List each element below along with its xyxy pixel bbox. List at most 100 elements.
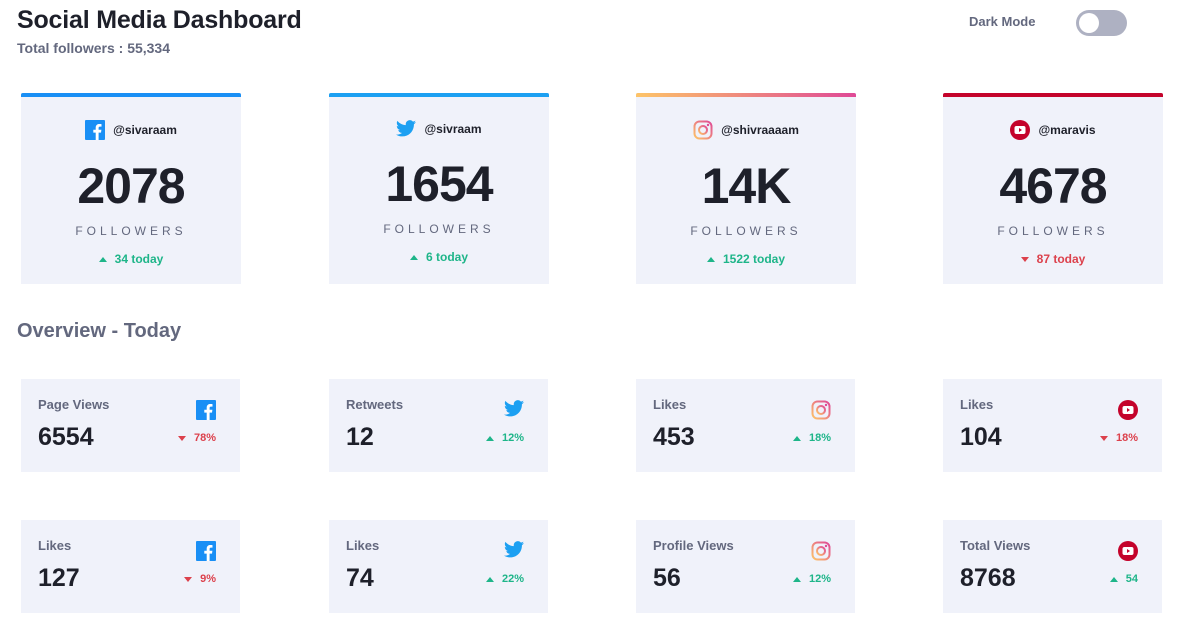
- stat-change-text: 22%: [501, 573, 524, 585]
- youtube-icon: [1010, 120, 1031, 140]
- trend-up-icon: [1109, 576, 1118, 582]
- today-change: 34 today: [21, 252, 241, 266]
- today-change-text: 87 today: [1036, 252, 1086, 266]
- dark-mode-control: Dark Mode: [969, 10, 1127, 36]
- card-youtube[interactable]: @maravis 4678 FOLLOWERS 87 today: [943, 93, 1163, 284]
- twitter-icon: [504, 400, 524, 417]
- stat-value: 104: [960, 423, 1002, 451]
- stat-card[interactable]: Likes 127 9%: [21, 520, 240, 613]
- stat-change: 78%: [177, 432, 216, 444]
- stat-value: 6554: [38, 423, 94, 451]
- follower-count: 2078: [77, 158, 185, 214]
- stat-card[interactable]: Page Views 6554 78%: [21, 379, 240, 472]
- followers-label: FOLLOWERS: [997, 224, 1109, 238]
- stat-change: 54: [1109, 573, 1138, 585]
- stat-change: 12%: [485, 432, 524, 444]
- instagram-icon: [811, 541, 831, 561]
- follower-count: 4678: [999, 158, 1107, 214]
- card-twitter[interactable]: @sivraam 1654 FOLLOWERS 6 today: [329, 93, 549, 284]
- stat-change: 12%: [792, 573, 831, 585]
- card-handle: @maravis: [1038, 123, 1096, 137]
- youtube-icon: [1118, 541, 1138, 561]
- stat-change: 18%: [1099, 432, 1138, 444]
- stat-change-text: 18%: [808, 432, 831, 444]
- stat-label: Total Views: [960, 538, 1031, 553]
- stat-change-text: 54: [1125, 573, 1138, 585]
- stat-change: 18%: [792, 432, 831, 444]
- twitter-icon: [396, 120, 417, 137]
- stat-change-text: 18%: [1115, 432, 1138, 444]
- facebook-icon: [196, 541, 216, 561]
- trend-down-icon: [177, 435, 186, 441]
- stat-label: Profile Views: [653, 538, 734, 553]
- stat-card[interactable]: Total Views 8768 54: [943, 520, 1162, 613]
- today-change-text: 6 today: [425, 250, 468, 264]
- card-handle: @shivraaaam: [721, 123, 799, 137]
- card-handle: @sivraam: [424, 121, 482, 136]
- stat-value: 12: [346, 423, 374, 451]
- today-change: 1522 today: [636, 252, 856, 266]
- stat-label: Likes: [653, 397, 687, 412]
- card-instagram[interactable]: @shivraaaam 14K FOLLOWERS 1522 today: [636, 93, 856, 284]
- stat-card[interactable]: Likes 453 18%: [636, 379, 855, 472]
- stat-change: 22%: [485, 573, 524, 585]
- dark-mode-toggle[interactable]: [1076, 10, 1127, 36]
- stat-change-text: 12%: [808, 573, 831, 585]
- card-facebook[interactable]: @sivaraam 2078 FOLLOWERS 34 today: [21, 93, 241, 284]
- today-change: 87 today: [943, 252, 1163, 266]
- facebook-icon: [196, 400, 216, 420]
- stat-value: 453: [653, 423, 695, 451]
- today-change-text: 34 today: [114, 252, 164, 266]
- instagram-icon: [811, 400, 831, 420]
- stat-change-text: 78%: [193, 432, 216, 444]
- trend-up-icon: [792, 576, 801, 582]
- today-change-text: 1522 today: [722, 252, 786, 266]
- youtube-icon: [1118, 400, 1138, 420]
- instagram-icon: [693, 120, 713, 140]
- stat-label: Retweets: [346, 397, 404, 412]
- trend-up-icon: [485, 435, 494, 441]
- today-change: 6 today: [329, 250, 549, 264]
- stat-card[interactable]: Likes 104 18%: [943, 379, 1162, 472]
- follower-count: 14K: [701, 158, 792, 214]
- stat-value: 74: [346, 564, 374, 592]
- stat-change-text: 12%: [501, 432, 524, 444]
- stat-value: 56: [653, 564, 681, 592]
- stat-value: 127: [38, 564, 80, 592]
- stat-label: Page Views: [38, 397, 110, 412]
- followers-label: FOLLOWERS: [383, 222, 495, 236]
- card-accent-bar: [636, 93, 856, 97]
- follower-count: 1654: [385, 156, 493, 212]
- page-title: Social Media Dashboard: [17, 6, 302, 34]
- stat-change-text: 9%: [200, 573, 216, 585]
- total-followers: Total followers : 55,334: [17, 40, 171, 56]
- stat-label: Likes: [38, 538, 72, 553]
- trend-down-icon: [1099, 435, 1108, 441]
- stat-label: Likes: [960, 397, 994, 412]
- overview-title: Overview - Today: [17, 320, 182, 342]
- twitter-icon: [504, 541, 524, 558]
- trend-up-icon: [485, 576, 494, 582]
- trend-up-icon: [706, 256, 715, 262]
- stat-card[interactable]: Profile Views 56 12%: [636, 520, 855, 613]
- trend-up-icon: [792, 435, 801, 441]
- dashboard-header: Social Media Dashboard Total followers :…: [17, 6, 302, 56]
- card-accent-bar: [943, 93, 1163, 97]
- card-accent-bar: [21, 93, 241, 97]
- dark-mode-label: Dark Mode: [969, 14, 1036, 29]
- stat-card[interactable]: Retweets 12 12%: [329, 379, 548, 472]
- card-handle: @sivaraam: [113, 123, 177, 137]
- followers-label: FOLLOWERS: [75, 224, 187, 238]
- followers-label: FOLLOWERS: [690, 224, 802, 238]
- stat-card[interactable]: Likes 74 22%: [329, 520, 548, 613]
- stat-value: 8768: [960, 564, 1016, 592]
- facebook-icon: [85, 120, 106, 140]
- stat-change: 9%: [184, 573, 216, 585]
- card-accent-bar: [329, 93, 549, 97]
- trend-up-icon: [409, 254, 418, 260]
- toggle-knob: [1079, 13, 1099, 33]
- trend-up-icon: [98, 256, 107, 262]
- stat-label: Likes: [346, 538, 380, 553]
- trend-down-icon: [1020, 256, 1029, 262]
- trend-down-icon: [184, 576, 193, 582]
